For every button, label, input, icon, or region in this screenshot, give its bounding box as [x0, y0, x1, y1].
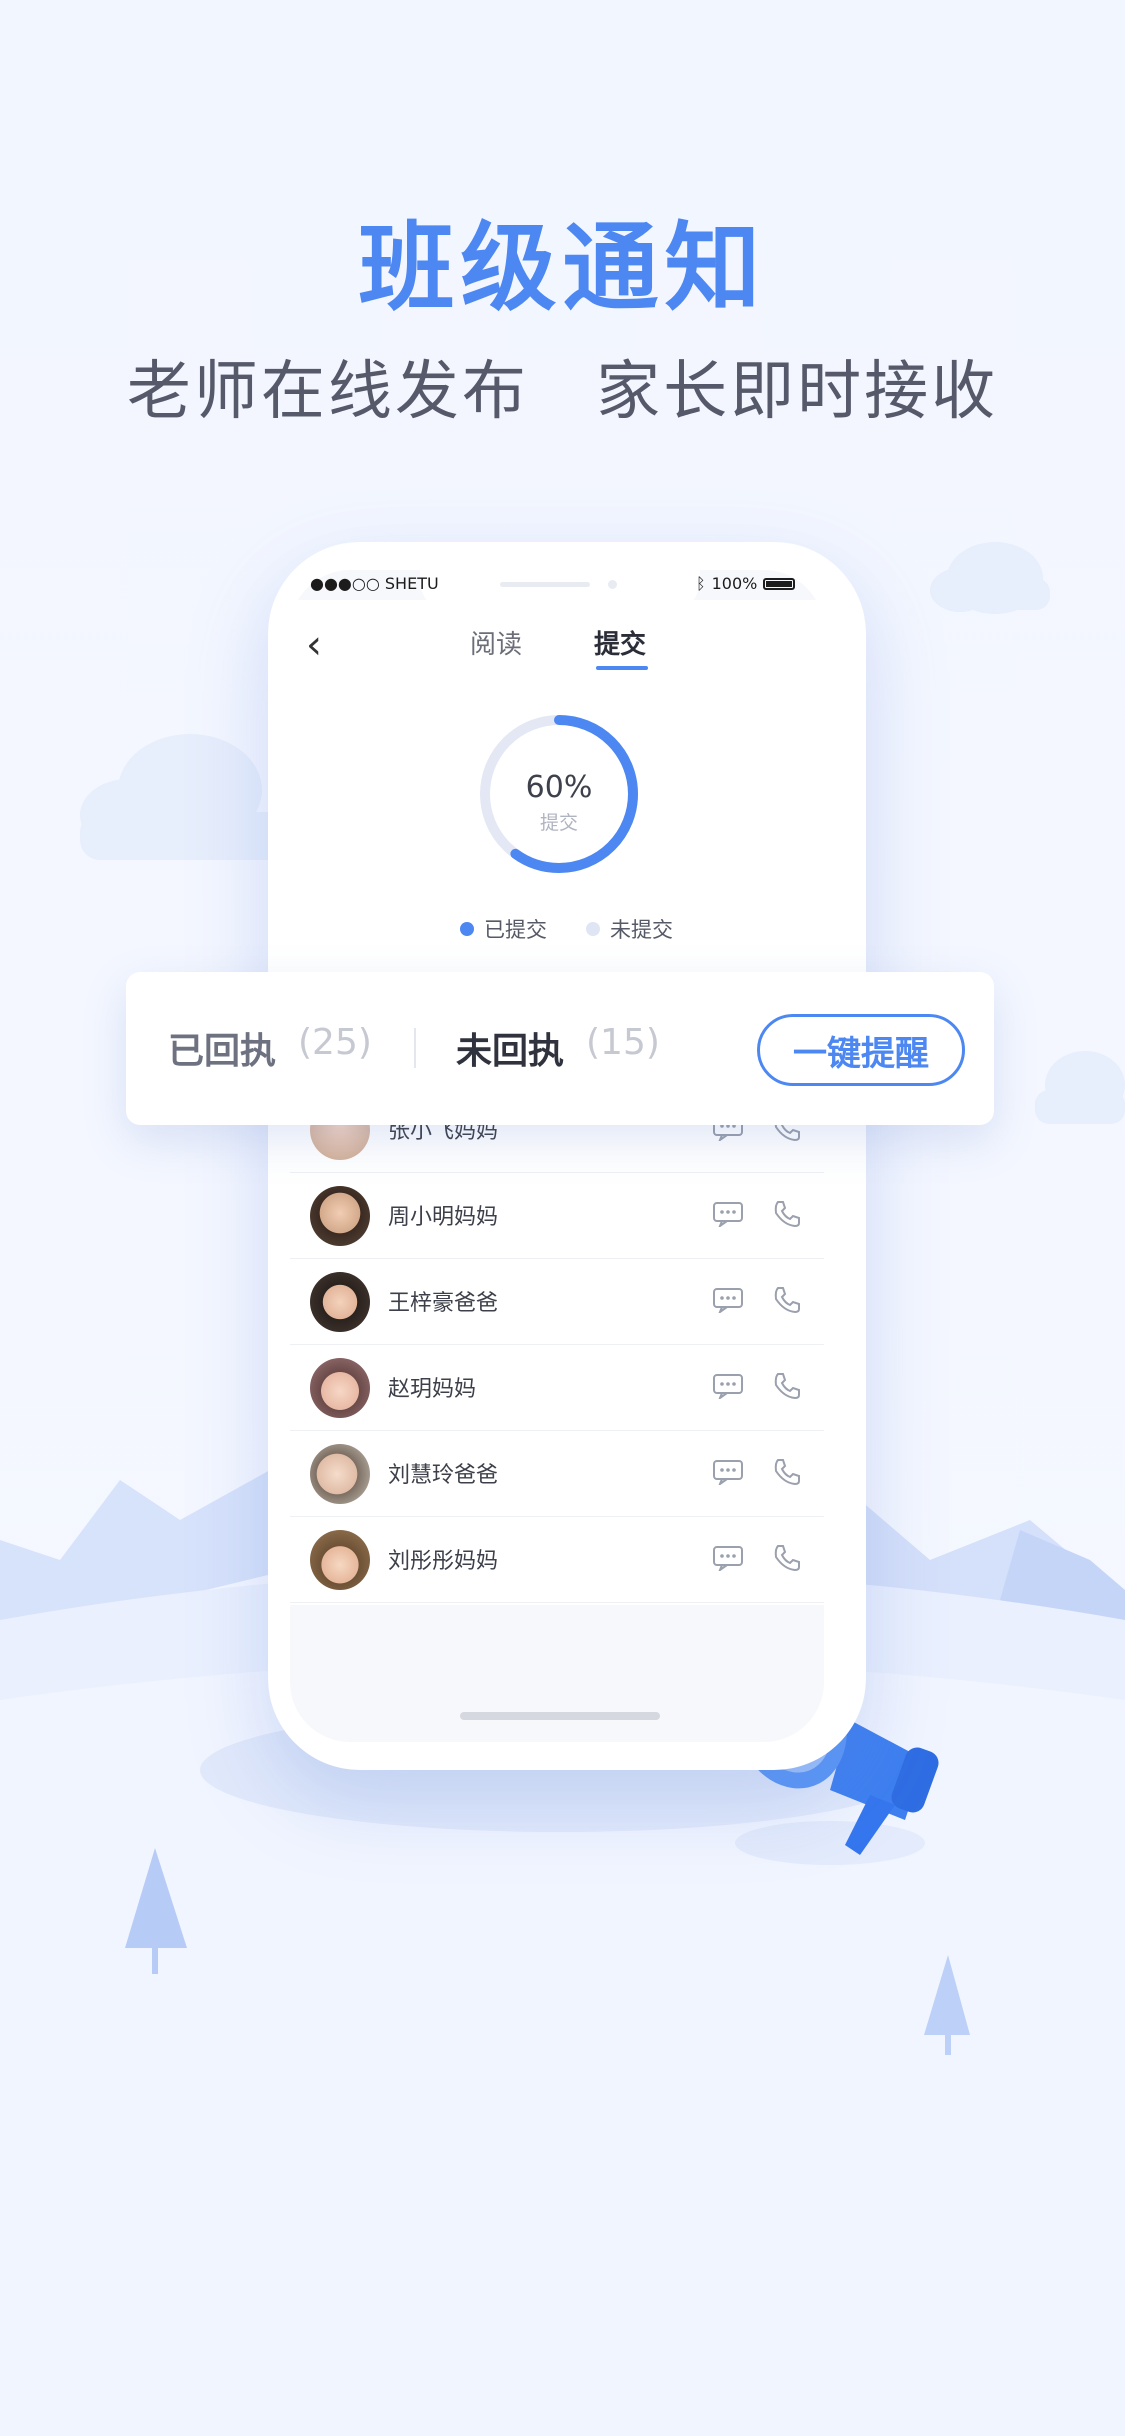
- back-chevron-icon[interactable]: ‹: [306, 622, 322, 668]
- tab-submit[interactable]: 提交: [594, 624, 646, 661]
- phone-call-icon[interactable]: [772, 1125, 802, 1143]
- parent-list: 张小飞妈妈 周小明妈妈 王梓豪爸爸 赵玥妈妈 刘慧玲爸爸 刘彤彤妈妈: [290, 1125, 824, 1605]
- page: 班级通知 老师在线发布 家长即时接收 ●●●○○ SHETU ᛒ 100% ‹ …: [0, 0, 1125, 2436]
- list-item-name: 赵玥妈妈: [388, 1377, 477, 1402]
- list-item-name: 刘慧玲爸爸: [388, 1463, 499, 1488]
- phone-call-icon[interactable]: [772, 1199, 802, 1229]
- legend-dot-icon: [460, 922, 474, 936]
- phone-notch: [420, 570, 700, 614]
- avatar: [310, 1125, 370, 1160]
- avatar: [310, 1272, 370, 1332]
- message-icon[interactable]: [712, 1287, 744, 1313]
- returned-label[interactable]: 已回执: [168, 1022, 276, 1074]
- list-item[interactable]: 刘彤彤妈妈: [290, 1517, 824, 1603]
- headline: 班级通知: [358, 212, 767, 324]
- list-item[interactable]: 王梓豪爸爸: [290, 1259, 824, 1345]
- avatar: [310, 1530, 370, 1590]
- list-item-name: 周小明妈妈: [388, 1205, 499, 1230]
- home-indicator: [460, 1712, 660, 1720]
- phone-call-icon[interactable]: [772, 1457, 802, 1487]
- message-icon[interactable]: [712, 1459, 744, 1485]
- legend-submitted: 已提交: [460, 914, 547, 944]
- phone-call-icon[interactable]: [772, 1371, 802, 1401]
- progress-label: 提交: [539, 812, 578, 834]
- battery-percent: 100%: [711, 574, 758, 593]
- status-right: ᛒ 100%: [696, 574, 796, 593]
- list-item-name: 张小飞妈妈: [388, 1125, 499, 1144]
- subline-right: 家长即时接收: [596, 355, 999, 429]
- list-item[interactable]: 张小飞妈妈: [290, 1125, 824, 1173]
- status-carrier: ●●●○○ SHETU: [310, 574, 439, 593]
- subline: 老师在线发布 家长即时接收: [0, 340, 1125, 432]
- message-icon[interactable]: [712, 1373, 744, 1399]
- legend-dot-icon: [586, 922, 600, 936]
- tab-read[interactable]: 阅读: [470, 624, 522, 661]
- avatar: [310, 1444, 370, 1504]
- list-item[interactable]: 周小明妈妈: [290, 1173, 824, 1259]
- avatar: [310, 1186, 370, 1246]
- pending-count: (15): [586, 1022, 660, 1063]
- message-icon[interactable]: [712, 1201, 744, 1227]
- returned-count: (25): [298, 1022, 372, 1063]
- list-item-name: 王梓豪爸爸: [388, 1291, 499, 1316]
- bluetooth-icon: ᛒ: [696, 574, 706, 593]
- list-item[interactable]: 赵玥妈妈: [290, 1345, 824, 1431]
- one-click-remind-button[interactable]: 一键提醒: [757, 1014, 965, 1086]
- card-divider: [414, 1028, 416, 1068]
- pending-label[interactable]: 未回执: [456, 1022, 564, 1074]
- active-tab-indicator: [596, 666, 648, 670]
- legend-not-submitted: 未提交: [586, 914, 673, 944]
- phone-call-icon[interactable]: [772, 1285, 802, 1315]
- message-icon[interactable]: [712, 1125, 744, 1141]
- progress-percent: 60%: [525, 770, 593, 805]
- subline-left: 老师在线发布: [126, 355, 529, 429]
- avatar: [310, 1358, 370, 1418]
- list-item-name: 刘彤彤妈妈: [388, 1549, 499, 1574]
- list-item[interactable]: 刘慧玲爸爸: [290, 1431, 824, 1517]
- message-icon[interactable]: [712, 1545, 744, 1571]
- battery-icon: [763, 577, 796, 590]
- phone-call-icon[interactable]: [772, 1543, 802, 1573]
